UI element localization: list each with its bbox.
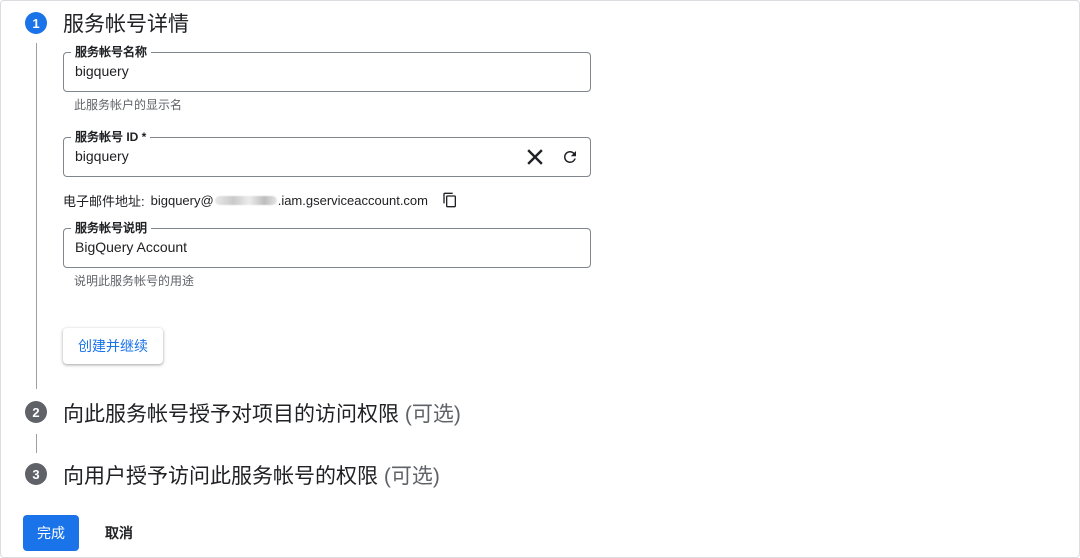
redacted-project-id — [214, 195, 277, 205]
email-address-row: 电子邮件地址: bigquery@ .iam.gserviceaccount.c… — [63, 191, 458, 209]
refresh-icon[interactable] — [559, 146, 581, 168]
service-account-name-field[interactable]: 服务帐号名称 bigquery — [63, 44, 591, 92]
step-3-number: 3 — [25, 463, 47, 485]
service-account-name-label: 服务帐号名称 — [71, 44, 152, 60]
service-account-id-value[interactable]: bigquery — [75, 148, 129, 164]
step-2-title-text: 向此服务帐号授予对项目的访问权限 — [63, 403, 399, 426]
step-3-title[interactable]: 向用户授予访问此服务帐号的权限 (可选) — [63, 460, 440, 490]
create-and-continue-button[interactable]: 创建并继续 — [63, 328, 163, 364]
step-connector-1 — [36, 43, 37, 389]
close-icon[interactable] — [524, 146, 546, 168]
service-account-description-value[interactable]: BigQuery Account — [75, 239, 187, 255]
service-account-description-field[interactable]: 服务帐号说明 BigQuery Account — [63, 220, 591, 268]
step-3-title-text: 向用户授予访问此服务帐号的权限 — [63, 465, 378, 488]
cancel-button[interactable]: 取消 — [93, 515, 145, 551]
step-3-optional-tag: (可选) — [383, 465, 440, 488]
done-button[interactable]: 完成 — [23, 515, 79, 551]
step-1-title[interactable]: 服务帐号详情 — [63, 8, 189, 38]
step-2-optional-tag: (可选) — [404, 403, 461, 426]
email-address-prefix: bigquery@ — [150, 192, 214, 208]
service-account-id-field[interactable]: 服务帐号 ID * bigquery — [63, 129, 591, 177]
copy-icon[interactable] — [442, 192, 458, 208]
service-account-id-label: 服务帐号 ID * — [71, 129, 151, 145]
step-connector-2 — [36, 434, 37, 453]
email-address-suffix: .iam.gserviceaccount.com — [277, 192, 428, 208]
service-account-name-hint: 此服务帐户的显示名 — [74, 98, 183, 112]
step-2-number: 2 — [25, 401, 47, 423]
step-2-title[interactable]: 向此服务帐号授予对项目的访问权限 (可选) — [63, 398, 461, 428]
service-account-description-label: 服务帐号说明 — [71, 220, 152, 236]
service-account-description-hint: 说明此服务帐号的用途 — [74, 274, 195, 288]
step-1-number: 1 — [25, 12, 47, 34]
email-address-label: 电子邮件地址: — [63, 193, 145, 209]
service-account-wizard: 1 服务帐号详情 服务帐号名称 bigquery 此服务帐户的显示名 服务帐号 … — [0, 0, 1080, 558]
service-account-name-value[interactable]: bigquery — [75, 63, 129, 79]
